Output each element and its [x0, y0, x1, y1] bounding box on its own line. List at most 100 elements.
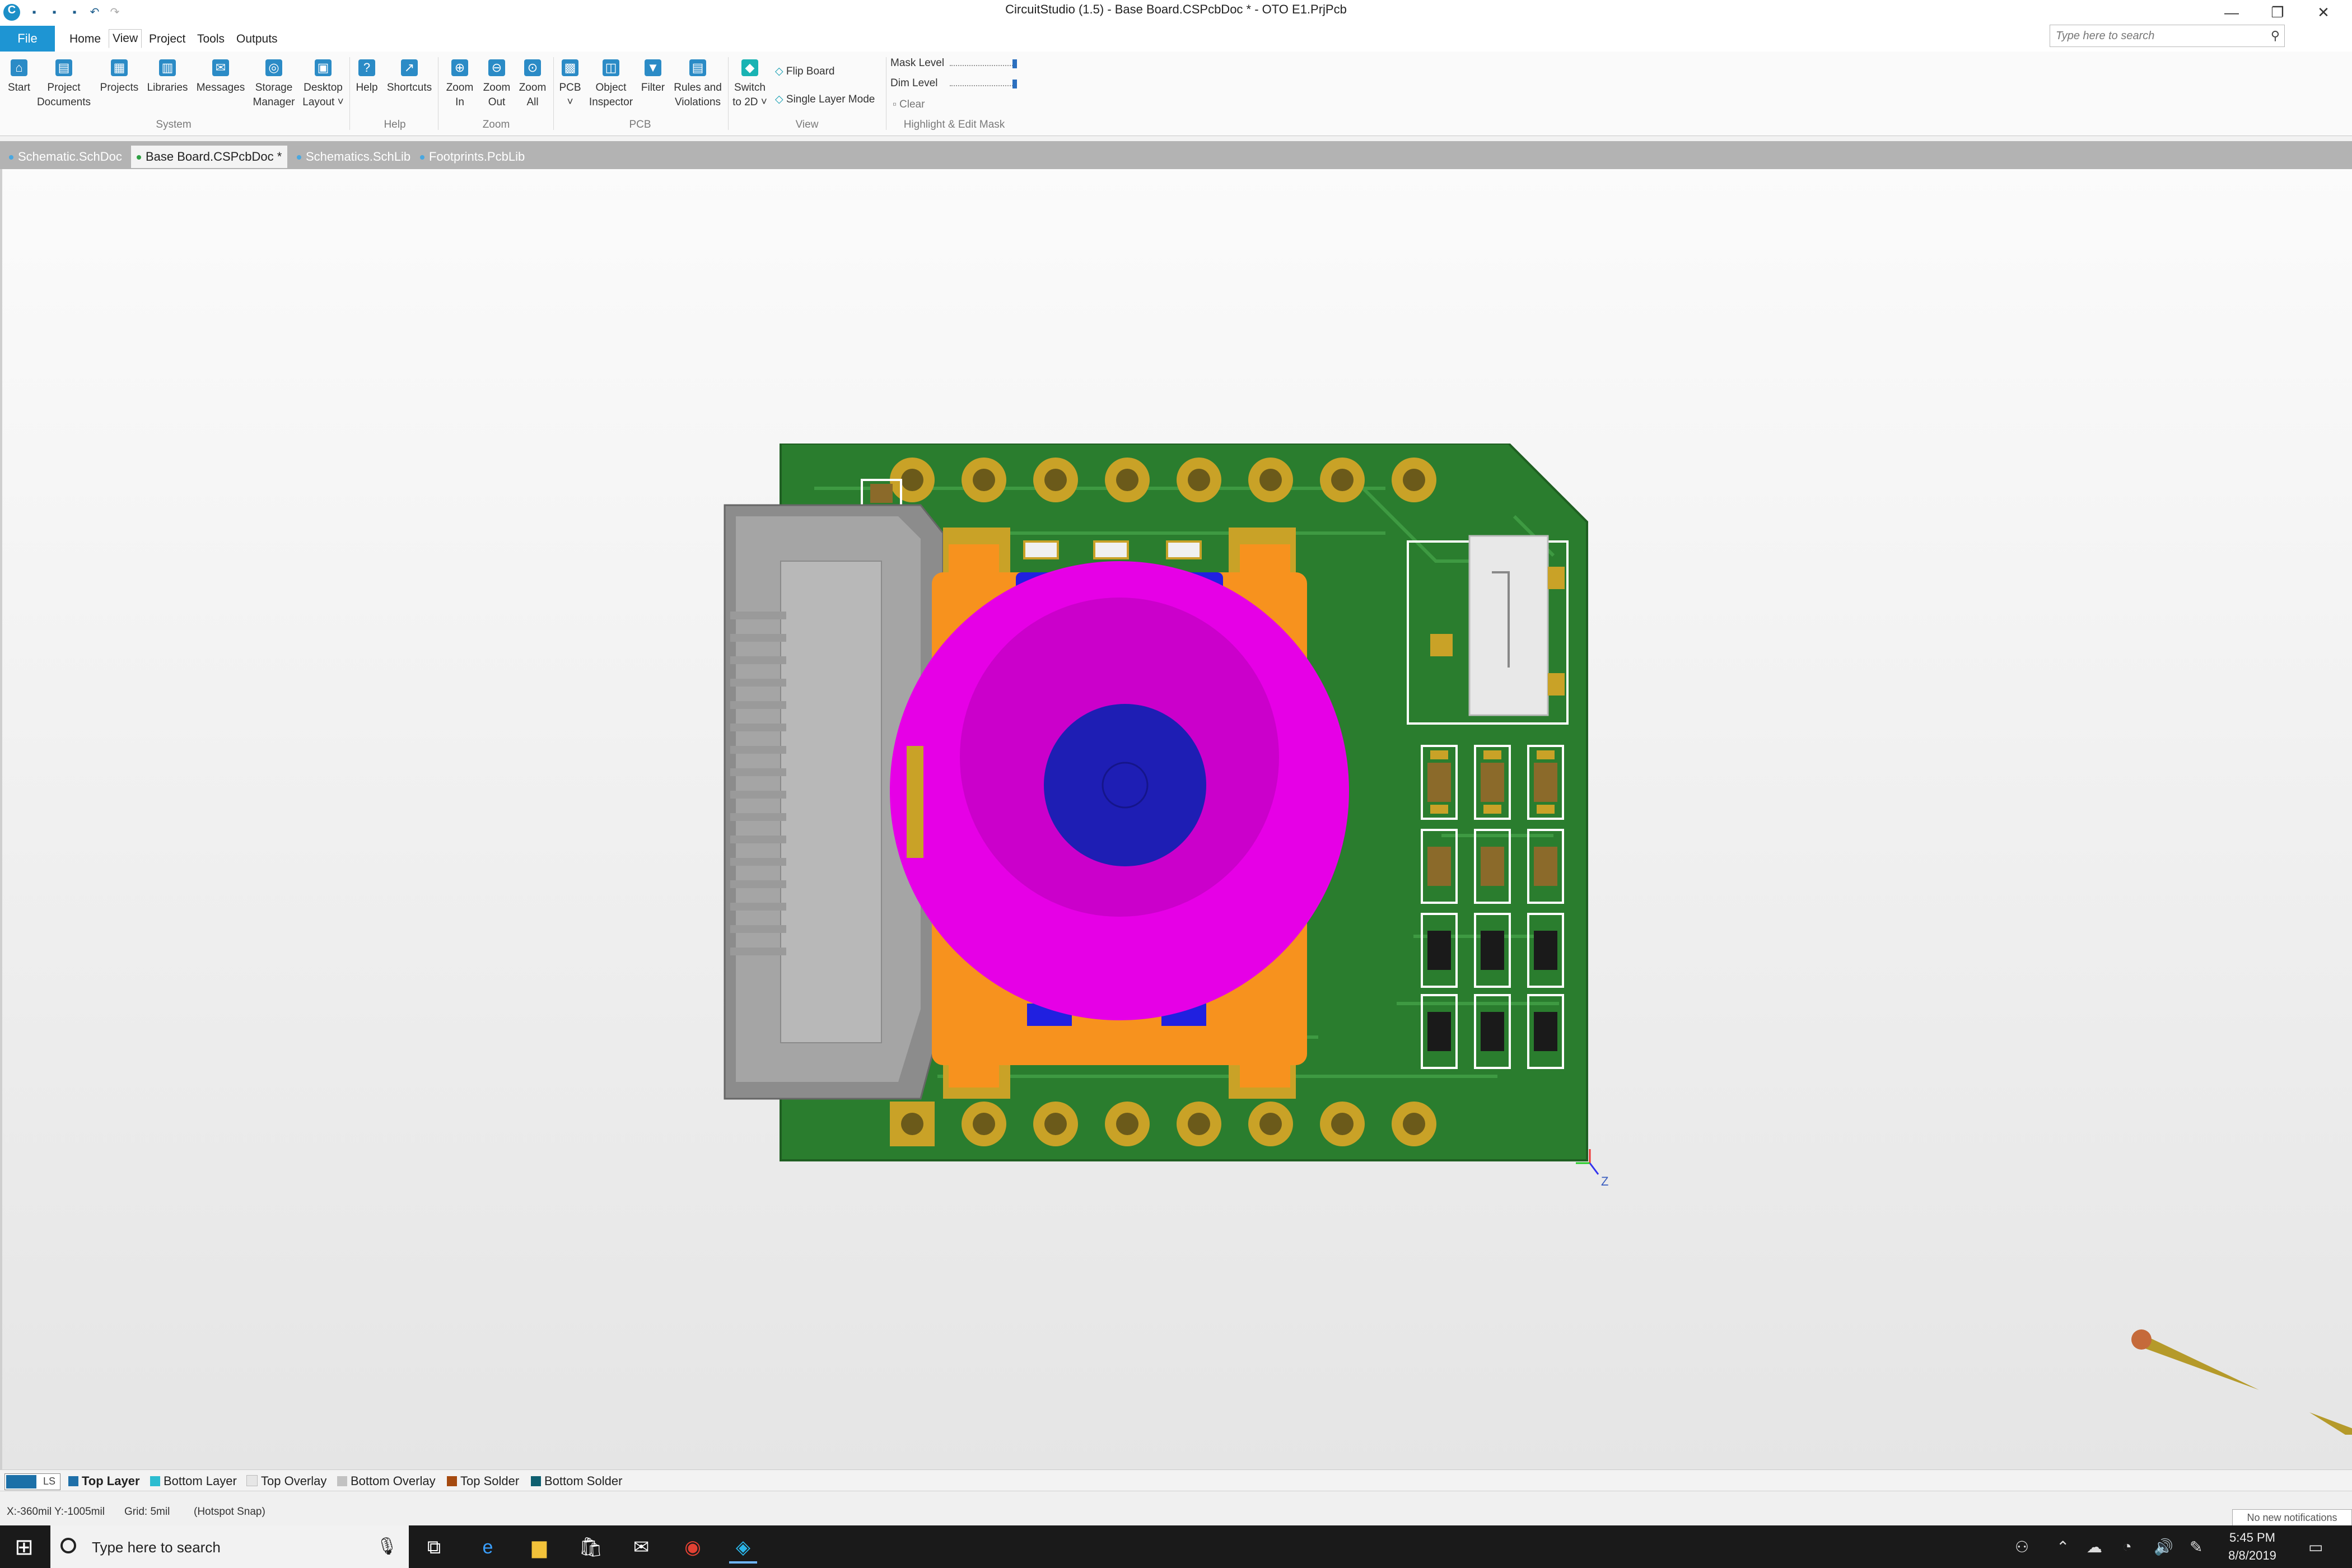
- flip-board-icon: ◇: [775, 66, 783, 77]
- tab-schematics-schlib[interactable]: Schematics.SchLib: [291, 146, 416, 168]
- storage-manager-button[interactable]: ◎ Storage Manager: [249, 59, 299, 110]
- ribbon-group-pcb: PCB: [629, 119, 651, 130]
- offboard-3d-object: [2131, 1329, 2352, 1435]
- help-button[interactable]: ? Help: [353, 59, 381, 95]
- help-icon: ?: [358, 59, 375, 76]
- tab-footprints-pcblib[interactable]: Footprints.PcbLib: [414, 146, 530, 168]
- ribbon-group-view: View: [795, 119, 819, 130]
- system-clock[interactable]: 5:45 PM 8/8/2019: [2219, 1529, 2286, 1565]
- projects-icon: ▦: [111, 59, 128, 76]
- object-inspector-icon: ◫: [603, 59, 619, 76]
- pcb-3d-canvas[interactable]: Z: [0, 169, 2352, 1469]
- mask-level-slider[interactable]: [950, 59, 1017, 68]
- flip-board-button[interactable]: ◇ Flip Board: [775, 65, 835, 78]
- layer-set-button[interactable]: LS: [4, 1473, 60, 1490]
- windows-start-icon[interactable]: ⊞: [11, 1534, 37, 1560]
- layer-tab-top-overlay[interactable]: Top Overlay: [246, 1473, 326, 1489]
- menu-outputs[interactable]: Outputs: [233, 30, 281, 48]
- ribbon-group-help: Help: [384, 119, 406, 130]
- switch-view-icon: ◆: [741, 59, 758, 76]
- ribbon-group-system: System: [156, 119, 192, 130]
- action-center-icon[interactable]: ▭: [2308, 1538, 2323, 1556]
- show-hidden-icons-icon[interactable]: ⌃: [2056, 1538, 2069, 1556]
- taskbar-search-input[interactable]: Type here to search 🎙: [50, 1525, 409, 1568]
- menu-home[interactable]: Home: [66, 30, 104, 48]
- messages-button[interactable]: ✉ Messages: [193, 59, 249, 95]
- switch-to-2d-button[interactable]: ◆ Switch to 2D ˅: [729, 59, 771, 110]
- layer-swatch: [68, 1476, 78, 1486]
- clear-mask-button[interactable]: ▫ Clear: [893, 99, 925, 111]
- close-button[interactable]: ✕: [2300, 1, 2346, 24]
- shortcuts-button[interactable]: ↗ Shortcuts: [383, 59, 436, 95]
- chrome-icon[interactable]: ◉: [679, 1533, 707, 1561]
- dim-level-handle[interactable]: [1012, 80, 1017, 88]
- onedrive-icon[interactable]: ☁: [2087, 1538, 2102, 1556]
- tab-base-board-cspcbdoc[interactable]: Base Board.CSPcbDoc *: [131, 146, 288, 168]
- menu-tools[interactable]: Tools: [194, 30, 228, 48]
- pcb-board-3d-view[interactable]: Z: [713, 444, 1637, 1368]
- layer-tab-top-solder[interactable]: Top Solder: [447, 1473, 519, 1489]
- zoom-in-button[interactable]: ⊕ Zoom In: [441, 59, 478, 110]
- mask-level-handle[interactable]: [1012, 59, 1017, 68]
- pen-icon[interactable]: ✎: [2190, 1538, 2202, 1556]
- layer-tab-bottom-overlay[interactable]: Bottom Overlay: [337, 1473, 436, 1489]
- people-icon[interactable]: ⚇: [2015, 1538, 2029, 1556]
- single-layer-mode-button[interactable]: ◇ Single Layer Mode: [775, 93, 875, 106]
- menu-project[interactable]: Project: [146, 30, 189, 48]
- edge-browser-icon[interactable]: e: [474, 1533, 502, 1561]
- cursor-coordinates: X:-360mil Y:-1005mil: [7, 1506, 105, 1518]
- search-input[interactable]: Type here to search ⚲: [2050, 25, 2285, 47]
- tab-schematic-schdoc[interactable]: Schematic.SchDoc: [3, 146, 128, 168]
- storage-manager-icon: ◎: [265, 59, 282, 76]
- ribbon-group-mask: Highlight & Edit Mask: [903, 119, 1005, 130]
- zoom-out-button[interactable]: ⊖ Zoom Out: [478, 59, 515, 110]
- rotary-encoder[interactable]: [890, 528, 1349, 1099]
- mounting-pad: [907, 746, 923, 858]
- window-title: CircuitStudio (1.5) - Base Board.CSPcbDo…: [1005, 2, 1347, 16]
- file-explorer-icon[interactable]: ▆: [525, 1533, 553, 1561]
- document-icon: [420, 155, 424, 160]
- start-button[interactable]: ⌂ Start: [3, 59, 35, 95]
- ribbon-separator: [349, 57, 350, 130]
- grid-size: Grid: 5mil: [124, 1506, 170, 1518]
- search-icon[interactable]: ⚲: [2271, 29, 2280, 43]
- network-icon[interactable]: ◔: [2122, 1538, 2132, 1556]
- cortana-icon: [60, 1538, 76, 1553]
- notifications-badge[interactable]: No new notifications: [2232, 1509, 2352, 1526]
- messages-icon: ✉: [212, 59, 229, 76]
- zoom-all-button[interactable]: ⊙ Zoom All: [514, 59, 551, 110]
- document-icon: [9, 155, 13, 160]
- task-view-icon[interactable]: ⧉: [420, 1533, 448, 1561]
- layer-tab-top-layer[interactable]: Top Layer: [68, 1473, 140, 1489]
- volume-icon[interactable]: 🔊: [2154, 1538, 2173, 1556]
- layer-swatch: [531, 1476, 541, 1486]
- store-icon[interactable]: 🛍: [577, 1533, 605, 1561]
- project-documents-button[interactable]: ▤ Project Documents: [35, 59, 93, 110]
- rules-violations-icon: ▤: [689, 59, 706, 76]
- object-inspector-button[interactable]: ◫ Object Inspector: [586, 59, 636, 110]
- microphone-icon[interactable]: 🎙: [376, 1537, 398, 1556]
- pcb-button[interactable]: ▩ PCB ˅: [554, 59, 586, 110]
- dim-level-slider[interactable]: [950, 80, 1017, 88]
- clear-icon: ▫: [893, 99, 897, 110]
- rules-violations-button[interactable]: ▤ Rules and Violations: [670, 59, 726, 110]
- zoom-in-icon: ⊕: [451, 59, 468, 76]
- projects-button[interactable]: ▦ Projects: [95, 59, 143, 95]
- ribbon-separator: [553, 57, 554, 130]
- libraries-button[interactable]: ▥ Libraries: [143, 59, 192, 95]
- circuitstudio-taskbar-icon[interactable]: ◈: [729, 1533, 757, 1564]
- status-bar: X:-360mil Y:-1005mil Grid: 5mil (Hotspot…: [0, 1491, 2352, 1526]
- document-tab-bar: Schematic.SchDoc Base Board.CSPcbDoc * S…: [0, 141, 2352, 169]
- mail-icon[interactable]: ✉: [627, 1533, 655, 1561]
- layer-tab-bottom-solder[interactable]: Bottom Solder: [531, 1473, 622, 1489]
- libraries-icon: ▥: [159, 59, 176, 76]
- layer-tab-bottom-layer[interactable]: Bottom Layer: [150, 1473, 237, 1489]
- restore-button[interactable]: ❐: [2255, 1, 2300, 24]
- menu-file[interactable]: File: [0, 26, 55, 52]
- minimize-button[interactable]: —: [2209, 1, 2255, 24]
- layer-swatch: [246, 1475, 258, 1486]
- filter-button[interactable]: ▼ Filter: [636, 59, 670, 95]
- menu-view[interactable]: View: [109, 29, 142, 48]
- desktop-layout-button[interactable]: ▣ Desktop Layout ˅: [299, 59, 347, 110]
- ribbon: ⌂ Start ▤ Project Documents ▦ Projects ▥…: [0, 52, 2352, 136]
